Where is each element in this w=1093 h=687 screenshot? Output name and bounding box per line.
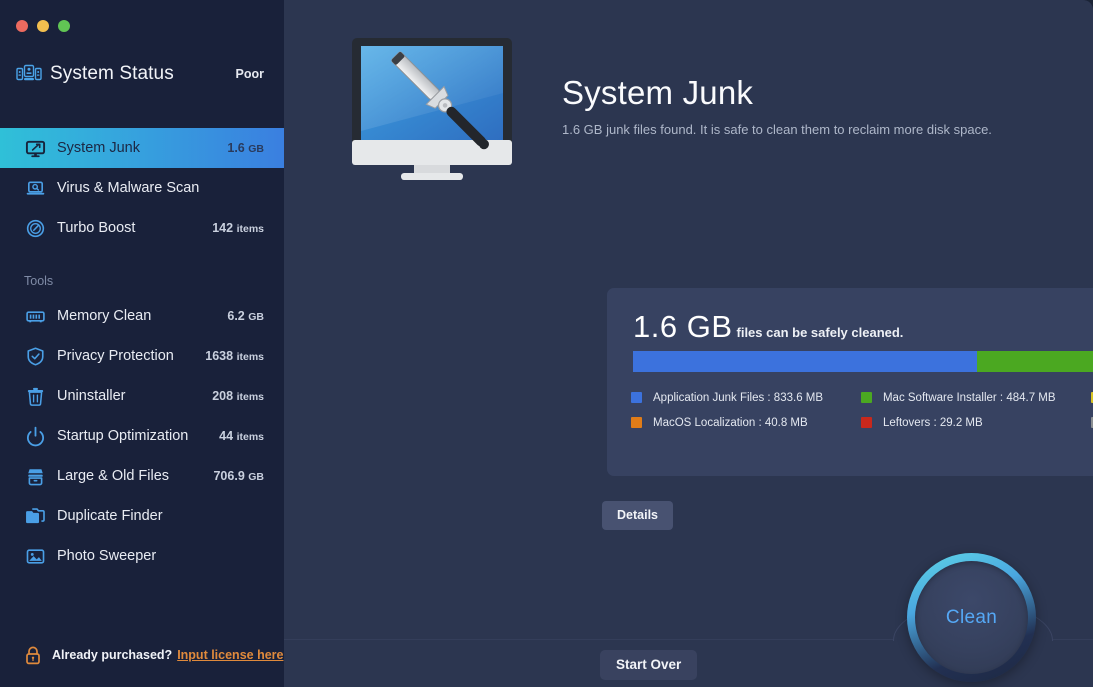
sidebar-item-memory-clean[interactable]: Memory Clean 6.2 GB [0,296,284,336]
card-headline: 1.6 GB files can be safely cleaned. [607,288,1093,345]
legend-swatch [861,417,872,428]
license-row: Already purchased? Input license here [0,645,284,687]
memory-chip-icon [24,305,46,327]
legend-swatch [861,392,872,403]
sidebar-item-meta: 142 items [212,221,264,235]
sidebar-item-meta: 208 items [212,389,264,403]
sidebar-item-label: Startup Optimization [57,428,219,444]
system-status-row[interactable]: System Status Poor [0,46,284,92]
sidebar: System Status Poor System Junk 1.6 GB [0,0,284,687]
sidebar-item-meta: 1.6 GB [227,141,264,155]
close-window-button[interactable] [16,20,28,32]
junk-breakdown-card: 1.6 GB files can be safely cleaned. Appl… [607,288,1093,476]
system-status-value: Poor [236,67,264,81]
sidebar-item-label: Photo Sweeper [57,548,264,564]
archive-box-icon [24,465,46,487]
sidebar-item-startup-optimization[interactable]: Startup Optimization 44 items [0,416,284,456]
hero-section: System Junk 1.6 GB junk files found. It … [284,0,1093,190]
legend-label: Leftovers : 29.2 MB [883,417,983,429]
shield-check-icon [24,345,46,367]
sidebar-item-label: Large & Old Files [57,468,213,484]
clean-button-label: Clean [946,607,997,629]
sidebar-item-label: Memory Clean [57,308,227,324]
hero-text: System Junk 1.6 GB junk files found. It … [562,75,992,143]
sidebar-primary-nav: System Junk 1.6 GB Virus & Malware Scan [0,128,284,248]
legend-swatch [631,392,642,403]
sidebar-item-label: Virus & Malware Scan [57,180,264,196]
license-prompt-text: Already purchased? [52,648,172,662]
legend-item: MacOS Localization : 40.8 MB [631,410,861,435]
sidebar-item-virus-malware-scan[interactable]: Virus & Malware Scan [0,168,284,208]
sidebar-item-duplicate-finder[interactable]: Duplicate Finder [0,496,284,536]
clean-button-face[interactable]: Clean [915,561,1028,674]
sidebar-spacer [0,576,284,645]
sidebar-item-label: Turbo Boost [57,220,212,236]
speedometer-icon [24,217,46,239]
system-status-title: System Status [50,63,236,85]
legend-item: Leftovers : 29.2 MB [861,410,1091,435]
legend-item: Application Junk Files : 833.6 MB [631,385,861,410]
legend-swatch [631,417,642,428]
sidebar-item-label: System Junk [57,140,227,156]
sidebar-item-meta: 1638 items [205,349,264,363]
sidebar-item-uninstaller[interactable]: Uninstaller 208 items [0,376,284,416]
sidebar-item-label: Uninstaller [57,388,212,404]
app-window: System Status Poor System Junk 1.6 GB [0,0,1093,687]
sidebar-item-privacy-protection[interactable]: Privacy Protection 1638 items [0,336,284,376]
junk-total-caption: files can be safely cleaned. [737,325,904,340]
sidebar-tools-header: Tools [0,274,284,288]
lock-icon [24,645,42,665]
monitor-broom-icon [24,137,46,159]
power-icon [24,425,46,447]
sidebar-item-label: Duplicate Finder [57,508,264,524]
page-subtitle: 1.6 GB junk files found. It is safe to c… [562,122,992,137]
sidebar-tools-nav: Memory Clean 6.2 GB Privacy Protection 1… [0,296,284,576]
laptop-search-icon [24,177,46,199]
trash-icon [24,385,46,407]
folders-icon [24,505,46,527]
start-over-button[interactable]: Start Over [600,650,697,680]
legend-label: Application Junk Files : 833.6 MB [653,392,823,404]
sidebar-item-large-old-files[interactable]: Large & Old Files 706.9 GB [0,456,284,496]
sidebar-item-photo-sweeper[interactable]: Photo Sweeper [0,536,284,576]
window-traffic-lights [0,0,284,46]
page-title: System Junk [562,75,992,111]
bar-segment [977,351,1093,372]
sidebar-item-meta: 6.2 GB [227,309,264,323]
sidebar-item-meta: 706.9 GB [213,469,264,483]
details-button[interactable]: Details [602,501,673,530]
sidebar-item-system-junk[interactable]: System Junk 1.6 GB [0,128,284,168]
system-status-icon [16,64,42,84]
photo-icon [24,545,46,567]
sidebar-item-label: Privacy Protection [57,348,205,364]
legend-label: MacOS Localization : 40.8 MB [653,417,808,429]
sidebar-item-meta: 44 items [219,429,264,443]
minimize-window-button[interactable] [37,20,49,32]
main-content: System Junk 1.6 GB junk files found. It … [284,0,1093,687]
monitor-squeegee-illustration [346,35,518,183]
legend-item: Mac Software Installer : 484.7 MB [861,385,1091,410]
input-license-link[interactable]: Input license here [177,648,283,662]
junk-total-size: 1.6 GB [633,309,733,345]
zoom-window-button[interactable] [58,20,70,32]
clean-button[interactable]: Clean [907,553,1036,682]
sidebar-item-turbo-boost[interactable]: Turbo Boost 142 items [0,208,284,248]
junk-breakdown-bar [633,351,1093,372]
bar-segment [633,351,977,372]
legend-label: Mac Software Installer : 484.7 MB [883,392,1056,404]
junk-breakdown-legend: Application Junk Files : 833.6 MB Mac Sof… [631,385,1093,435]
